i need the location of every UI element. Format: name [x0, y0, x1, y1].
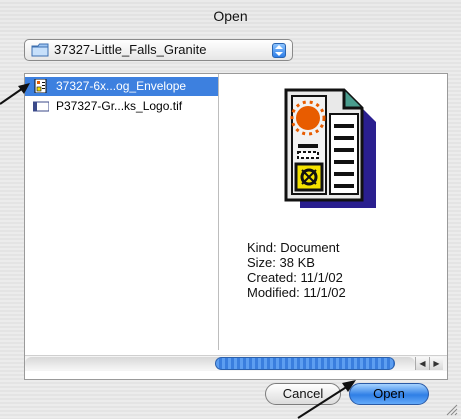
info-created: Created: 11/1/02: [247, 270, 343, 285]
scroll-thumb[interactable]: [215, 357, 395, 370]
annotation-arrow-icon: [297, 380, 356, 419]
file-name: 37327-6x...og_Envelope: [56, 79, 187, 93]
file-item[interactable]: P37327-Gr...ks_Logo.tif: [25, 97, 218, 116]
file-browser: 37327-6x...og_Envelope P37327-Gr...ks_Lo…: [24, 73, 448, 380]
resize-grip-icon[interactable]: [446, 404, 458, 416]
info-modified: Modified: 11/1/02: [247, 285, 346, 300]
file-item[interactable]: 37327-6x...og_Envelope: [25, 77, 218, 96]
info-kind: Kind: Document: [247, 240, 340, 255]
location-label: 37327-Little_Falls_Granite: [54, 42, 207, 57]
horizontal-scrollbar[interactable]: ◀ ▶: [25, 355, 447, 371]
folder-icon: [31, 43, 49, 57]
file-info: Kind: Document Size: 38 KB Created: 11/1…: [247, 240, 346, 300]
annotation-arrow-icon: [0, 83, 30, 105]
scroll-left-icon[interactable]: ◀: [415, 357, 429, 370]
tif-file-icon: [33, 101, 49, 112]
document-preview-icon: [284, 88, 376, 208]
file-column: 37327-6x...og_Envelope P37327-Gr...ks_Lo…: [25, 74, 219, 350]
file-name: P37327-Gr...ks_Logo.tif: [56, 99, 183, 113]
chevron-updown-icon[interactable]: [272, 43, 286, 58]
preview-pane: Kind: Document Size: 38 KB Created: 11/1…: [219, 74, 447, 350]
open-button[interactable]: Open: [349, 383, 429, 405]
location-popup[interactable]: 37327-Little_Falls_Granite: [24, 39, 293, 61]
info-size: Size: 38 KB: [247, 255, 315, 270]
scroll-right-icon[interactable]: ▶: [429, 357, 443, 370]
window-title: Open: [0, 0, 461, 32]
document-icon: [34, 79, 47, 93]
open-dialog: Open 37327-Little_Falls_Granite 37327-6x…: [0, 0, 461, 419]
